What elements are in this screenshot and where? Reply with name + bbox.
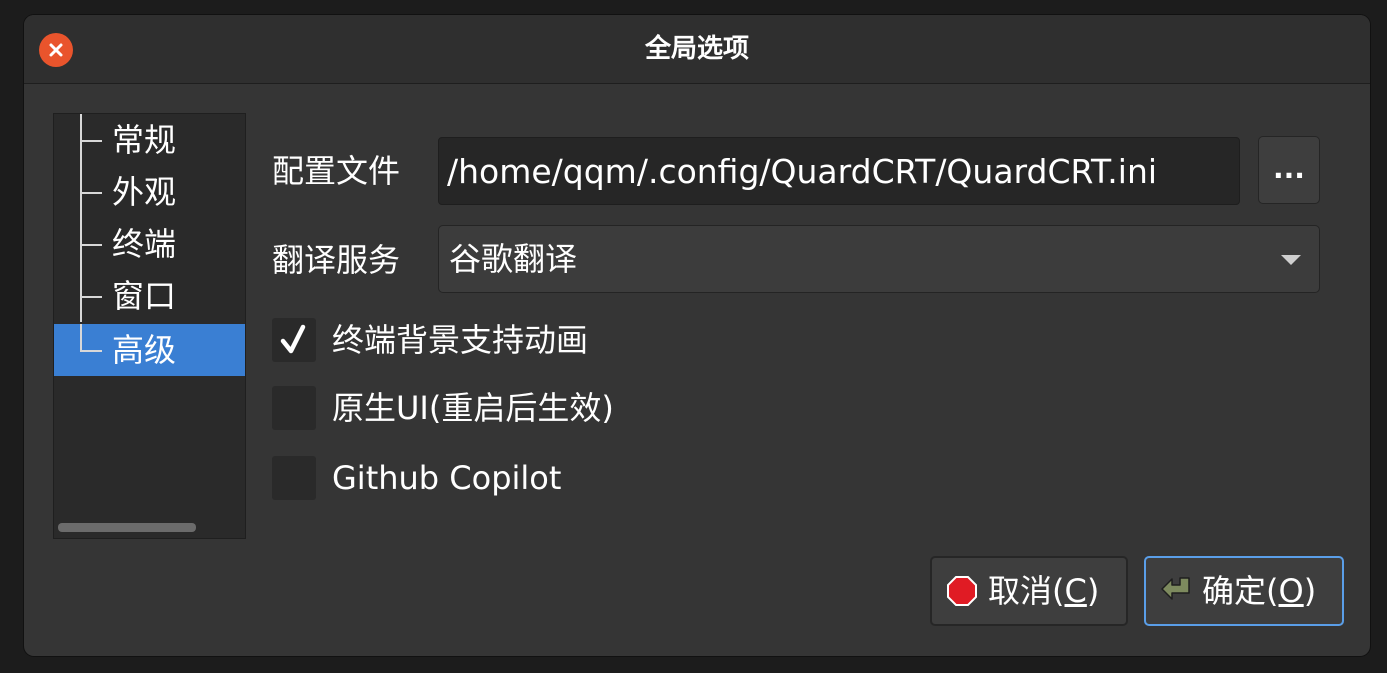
config-file-path-field[interactable]: /home/qqm/.config/QuardCRT/QuardCRT.ini [438,137,1240,205]
ok-label-suffix: ) [1303,572,1317,610]
translate-service-label: 翻译服务 [272,241,401,279]
checkbox-box[interactable] [272,456,316,500]
browse-button[interactable]: ... [1258,136,1320,204]
tree-horizontal-scrollbar[interactable] [58,523,196,532]
checkbox-label: Github Copilot [332,459,562,497]
enter-arrow-icon [1161,577,1190,600]
ok-mnemonic: O [1278,572,1304,610]
checkbox-label: 原生UI(重启后生效) [332,389,614,427]
tree-item-appearance[interactable]: 外观 [54,166,245,218]
cancel-label-suffix: ) [1086,572,1100,610]
translate-service-value: 谷歌翻译 [449,240,578,278]
global-options-dialog: 全局选项 常规 外观 终端 窗口 高级 配置文件 /home/qqm/.conf… [24,15,1370,656]
checkbox-box[interactable] [272,386,316,430]
ok-button[interactable]: 确定(O) [1144,556,1344,626]
tree-item-label: 窗口 [112,277,177,315]
checkbox-box[interactable] [272,318,316,362]
tree-item-label: 终端 [112,225,177,263]
translate-service-select[interactable]: 谷歌翻译 [438,225,1320,293]
tree-item-label: 外观 [112,173,177,211]
ok-label-prefix: 确定( [1202,572,1279,610]
tree-item-terminal[interactable]: 终端 [54,218,245,270]
tree-item-window[interactable]: 窗口 [54,270,245,322]
tree-item-label: 常规 [112,121,177,159]
close-button[interactable] [39,33,73,67]
tree-item-general[interactable]: 常规 [54,114,245,166]
tree-item-label: 高级 [112,331,177,369]
cancel-button[interactable]: 取消(C) [930,556,1128,626]
config-file-label: 配置文件 [272,152,401,190]
cancel-label-prefix: 取消( [988,572,1065,610]
checkbox-label: 终端背景支持动画 [332,321,589,359]
checkmark-icon [280,324,306,354]
dialog-title: 全局选项 [644,34,749,64]
chevron-down-icon [1281,255,1301,265]
close-icon [49,43,63,57]
stop-icon [947,576,977,606]
title-bar: 全局选项 [24,15,1370,84]
tree-item-advanced[interactable]: 高级 [54,324,245,376]
cancel-mnemonic: C [1064,572,1087,610]
settings-category-tree: 常规 外观 终端 窗口 高级 [53,113,246,539]
